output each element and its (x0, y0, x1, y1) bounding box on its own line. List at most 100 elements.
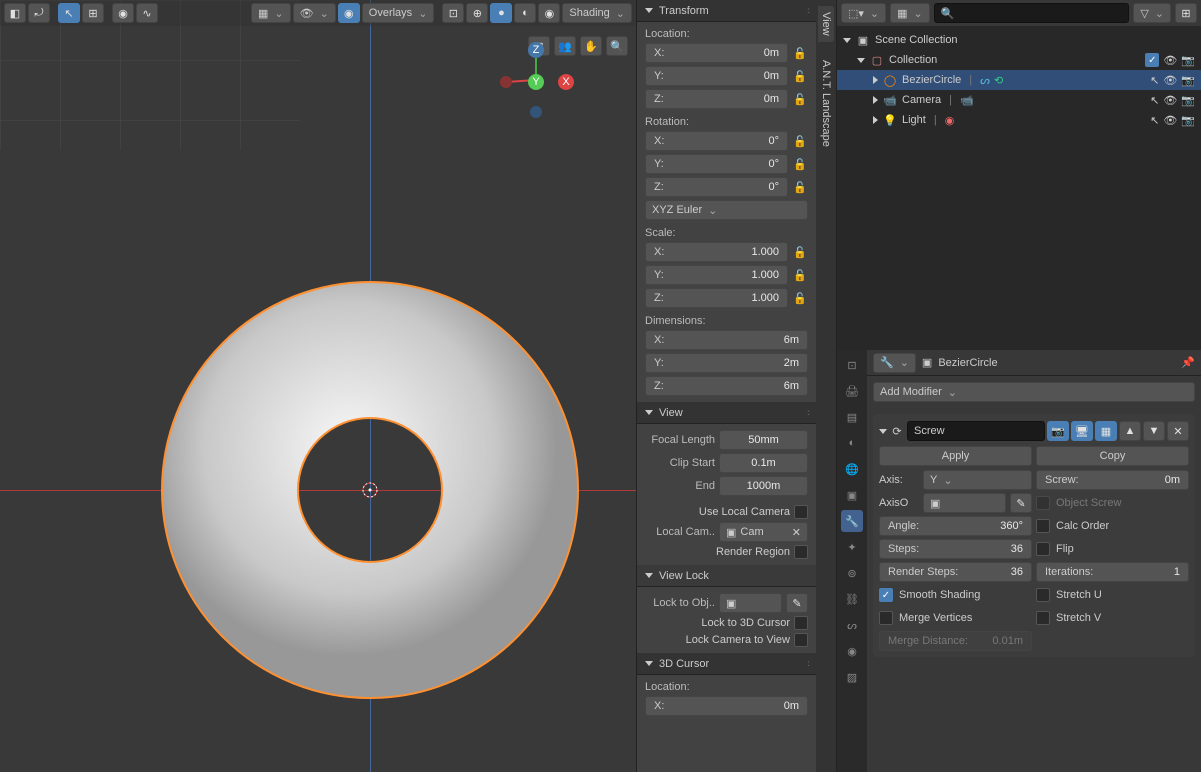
rendered-shading-icon[interactable]: ◉ (538, 3, 560, 23)
eye-icon[interactable]: 👁 (1163, 114, 1177, 127)
lock-to-object-field[interactable]: ▣ (719, 593, 782, 613)
rotation-mode-dropdown[interactable]: XYZ Euler (645, 200, 808, 220)
close-icon[interactable]: ✕ (792, 526, 801, 539)
camera-row[interactable]: 📹 Camera | 📹 ↖ 👁 📷 (837, 90, 1201, 110)
outliner-search[interactable]: 🔍 (934, 3, 1130, 23)
local-camera-field[interactable]: ▣Cam✕ (719, 522, 808, 542)
tab-material[interactable]: ◉ (841, 640, 863, 662)
dim-z-field[interactable]: Z:6m (645, 376, 808, 396)
apply-button[interactable]: Apply (879, 446, 1032, 466)
select-icon[interactable]: ↖ (1150, 94, 1159, 107)
render-steps-field[interactable]: Render Steps:36 (879, 562, 1032, 582)
lock-icon[interactable]: 🔓 (792, 47, 808, 60)
show-render-icon[interactable]: 📷 (1047, 421, 1069, 441)
move-down-icon[interactable]: ▼ (1143, 421, 1165, 441)
dim-x-field[interactable]: X:6m (645, 330, 808, 350)
disclosure-icon[interactable] (857, 58, 865, 63)
location-y-field[interactable]: Y:0m (645, 66, 788, 86)
curve-data-icon[interactable]: ᔕ (980, 74, 990, 87)
focal-length-field[interactable]: 50mm (719, 430, 808, 450)
camera-data-icon[interactable]: 📹 (960, 94, 974, 107)
editor-type-icon[interactable]: ◧ (4, 3, 26, 23)
lock-icon[interactable]: 🔓 (792, 93, 808, 106)
rotation-x-field[interactable]: X:0° (645, 131, 788, 151)
lock-icon[interactable]: 🔓 (792, 135, 808, 148)
tab-viewlayer[interactable]: ▤ (841, 406, 863, 428)
clip-end-field[interactable]: 1000m (719, 476, 808, 496)
rotation-z-field[interactable]: Z:0° (645, 177, 788, 197)
bezier-circle-row[interactable]: ◯ BezierCircle | ᔕ ⟲ ↖ 👁 📷 (837, 70, 1201, 90)
stretch-u-checkbox[interactable] (1036, 588, 1050, 602)
filter-icon[interactable]: ▽ (1133, 3, 1171, 23)
outliner-display-dropdown[interactable]: ▦ (890, 3, 930, 23)
new-collection-icon[interactable]: ⊞ (1175, 3, 1197, 23)
shading-dropdown[interactable]: Shading (562, 3, 632, 23)
tab-physics[interactable]: ⊚ (841, 562, 863, 584)
view-panel-header[interactable]: View:::: (637, 402, 816, 424)
scale-z-field[interactable]: Z:1.000 (645, 288, 788, 308)
merge-vertices-checkbox[interactable] (879, 611, 893, 625)
collection-row[interactable]: ▢ Collection 👁 📷 (837, 50, 1201, 70)
camera-icon[interactable]: 📷 (1181, 54, 1195, 67)
camera-icon[interactable]: 📷 (1181, 74, 1195, 87)
smooth-shading-checkbox[interactable] (879, 588, 893, 602)
lock-icon[interactable]: 🔓 (792, 292, 808, 305)
lock-icon[interactable]: 🔓 (792, 246, 808, 259)
solid-shading-icon[interactable]: ● (490, 3, 512, 23)
scale-y-field[interactable]: Y:1.000 (645, 265, 788, 285)
object-screw-checkbox[interactable] (1036, 496, 1050, 510)
lock-camera-checkbox[interactable] (794, 633, 808, 647)
grip-icon[interactable]: :::: (807, 6, 808, 15)
modifier-icon[interactable]: ⟲ (994, 74, 1003, 87)
tab-modifiers[interactable]: 🔧 (841, 510, 863, 532)
3d-viewport[interactable]: ◧ ⤾ ↖ ⊞ ◉ ∿ ▦ 👁 ◉ Overlays ⊡ ⊕ ● ◐ ◉ Sha… (0, 0, 636, 772)
properties-context-dropdown[interactable]: 🔧 (873, 353, 916, 373)
lock-icon[interactable]: 🔓 (792, 70, 808, 83)
disclosure-icon[interactable] (843, 38, 851, 43)
disclosure-icon[interactable] (879, 429, 887, 434)
eyedropper-icon[interactable]: ✎ (786, 593, 808, 613)
scale-x-field[interactable]: X:1.000 (645, 242, 788, 262)
lock-icon[interactable]: 🔓 (792, 269, 808, 282)
scene-collection-row[interactable]: ▣ Scene Collection (837, 30, 1201, 50)
navigation-gizmo[interactable]: X Y Z (496, 40, 576, 120)
move-up-icon[interactable]: ▲ (1119, 421, 1141, 441)
eye-icon[interactable]: 👁 (1163, 74, 1177, 87)
overlays-dropdown[interactable]: Overlays (362, 3, 435, 23)
add-modifier-dropdown[interactable]: Add Modifier (873, 382, 1195, 402)
light-data-icon[interactable]: ◉ (945, 114, 955, 127)
angle-field[interactable]: Angle:360° (879, 516, 1032, 536)
light-row[interactable]: 💡 Light | ◉ ↖ 👁 📷 (837, 110, 1201, 130)
copy-button[interactable]: Copy (1036, 446, 1189, 466)
overlays-toggle-icon[interactable]: ◉ (338, 3, 360, 23)
tab-output[interactable]: 🖨 (841, 380, 863, 402)
transform-panel-header[interactable]: Transform:::: (637, 0, 816, 22)
eye-icon[interactable]: 👁 (1163, 54, 1177, 67)
lock-icon[interactable]: 🔓 (792, 181, 808, 194)
tab-data[interactable]: ᔕ (841, 614, 863, 636)
proportional-icon[interactable]: ∿ (136, 3, 158, 23)
use-local-camera-checkbox[interactable] (794, 505, 808, 519)
cursor-tool-icon[interactable]: ⊞ (82, 3, 104, 23)
location-x-field[interactable]: X:0m (645, 43, 788, 63)
tab-world[interactable]: 🌐 (841, 458, 863, 480)
snap-icon[interactable]: ◉ (112, 3, 134, 23)
pan-icon[interactable]: ✋ (580, 36, 602, 56)
stretch-v-checkbox[interactable] (1036, 611, 1050, 625)
steps-field[interactable]: Steps:36 (879, 539, 1032, 559)
eyedropper-icon[interactable]: ✎ (1010, 493, 1032, 513)
xray-icon[interactable]: ⊡ (442, 3, 464, 23)
tab-constraints[interactable]: ⛓ (841, 588, 863, 610)
cursor-x-field[interactable]: X:0m (645, 696, 808, 716)
dim-y-field[interactable]: Y:2m (645, 353, 808, 373)
axis-object-field[interactable]: ▣ (923, 493, 1006, 513)
matprev-shading-icon[interactable]: ◐ (514, 3, 536, 23)
tab-render[interactable]: ⊡ (841, 354, 863, 376)
camera-icon[interactable]: 📷 (1181, 114, 1195, 127)
3d-cursor-panel-header[interactable]: 3D Cursor:::: (637, 653, 816, 675)
disclosure-icon[interactable] (873, 76, 878, 84)
tab-ant-landscape[interactable]: A.N.T. Landscape (820, 60, 832, 147)
location-z-field[interactable]: Z:0m (645, 89, 788, 109)
collection-checkbox[interactable] (1145, 53, 1159, 67)
clip-start-field[interactable]: 0.1m (719, 453, 808, 473)
